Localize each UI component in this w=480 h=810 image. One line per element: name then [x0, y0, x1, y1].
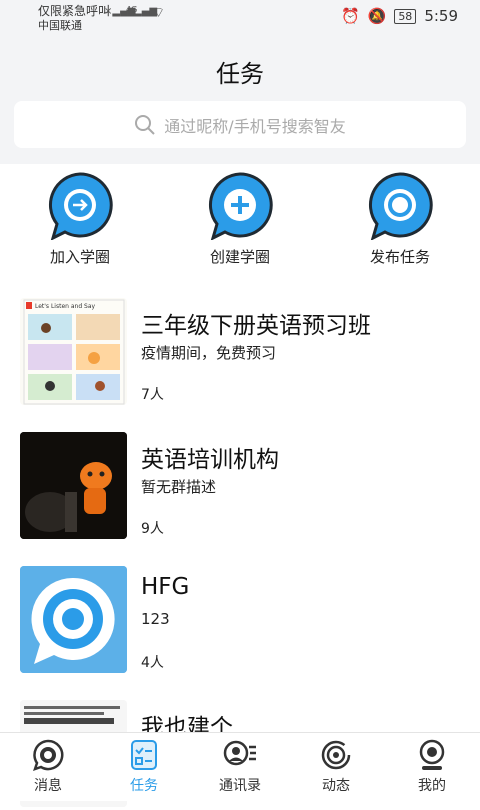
- group-thumbnail: [20, 432, 127, 539]
- join-circle-button[interactable]: 加入学圈: [15, 170, 145, 267]
- group-member-count: 4人: [141, 655, 164, 671]
- search-placeholder: 通过昵称/手机号搜索智友: [164, 116, 346, 136]
- list-item[interactable]: Let's Listen and Say 三年级下册英语预习班 疫情期间，免费预…: [20, 298, 460, 408]
- moments-icon: [321, 740, 351, 770]
- publish-task-label: 发布任务: [369, 248, 430, 266]
- group-member-count: 9人: [141, 521, 164, 537]
- group-description: 疫情期间，免费预习: [141, 344, 277, 362]
- target-icon: [369, 172, 433, 240]
- create-circle-label: 创建学圈: [209, 248, 270, 266]
- group-name: HFG: [141, 574, 190, 600]
- arrow-right-icon: [49, 172, 113, 240]
- clock: 5:59: [424, 7, 458, 25]
- list-item[interactable]: HFG 123 4人: [20, 566, 460, 676]
- message-icon: [33, 739, 64, 771]
- profile-icon: [419, 739, 445, 770]
- search-icon: [135, 114, 156, 135]
- app-logo-icon: [20, 566, 127, 673]
- tab-label: 消息: [34, 778, 62, 794]
- page-title: 任务: [216, 60, 264, 88]
- thumb-caption: Let's Listen and Say: [35, 303, 96, 310]
- task-icon: [131, 740, 157, 770]
- group-description: 123: [141, 610, 170, 628]
- textbook-page-image: Let's Listen and Say: [23, 299, 125, 405]
- join-circle-label: 加入学圈: [49, 248, 110, 266]
- group-thumbnail: [20, 566, 127, 673]
- list-item[interactable]: 英语培训机构 暂无群描述 9人: [20, 432, 460, 542]
- tab-contacts[interactable]: 通讯录: [192, 739, 288, 795]
- contacts-icon: [223, 740, 256, 766]
- tab-label: 我的: [418, 778, 446, 794]
- carrier-name: 中国联通: [38, 19, 82, 32]
- wifi-icon: ⌔: [152, 5, 166, 21]
- status-bar: 仅限紧急呼叫 中国联通 ×▂▄▆ 4G ▂▄▆ ⌔ ⏰ 🔕 58 5:59: [0, 0, 480, 34]
- tab-label: 动态: [322, 778, 350, 794]
- tab-tasks[interactable]: 任务: [96, 739, 192, 795]
- tab-profile[interactable]: 我的: [384, 739, 480, 795]
- group-description: 暂无群描述: [141, 478, 217, 496]
- action-row: 加入学圈 创建学圈 发布任务: [0, 170, 480, 280]
- tab-messages[interactable]: 消息: [0, 739, 96, 795]
- tab-label: 任务: [130, 778, 158, 794]
- search-input[interactable]: 通过昵称/手机号搜索智友: [14, 101, 466, 148]
- group-thumbnail: Let's Listen and Say: [20, 298, 127, 405]
- group-member-count: 7人: [141, 387, 164, 403]
- tab-label: 通讯录: [219, 778, 261, 794]
- orange-figure-image: [20, 432, 127, 539]
- group-name: 英语培训机构: [141, 447, 279, 473]
- bottom-tab-bar: 消息 任务 通讯录 动态 我的: [0, 732, 480, 801]
- group-name: 三年级下册英语预习班: [141, 313, 371, 339]
- status-right: ⏰ 🔕 58 5:59: [341, 7, 458, 25]
- create-circle-button[interactable]: 创建学圈: [175, 170, 305, 267]
- plus-icon: [209, 172, 273, 240]
- alarm-icon: ⏰: [340, 7, 360, 25]
- battery-icon: 58: [394, 8, 417, 24]
- publish-task-button[interactable]: 发布任务: [335, 170, 465, 267]
- tab-moments[interactable]: 动态: [288, 739, 384, 795]
- mute-icon: 🔕: [367, 7, 387, 25]
